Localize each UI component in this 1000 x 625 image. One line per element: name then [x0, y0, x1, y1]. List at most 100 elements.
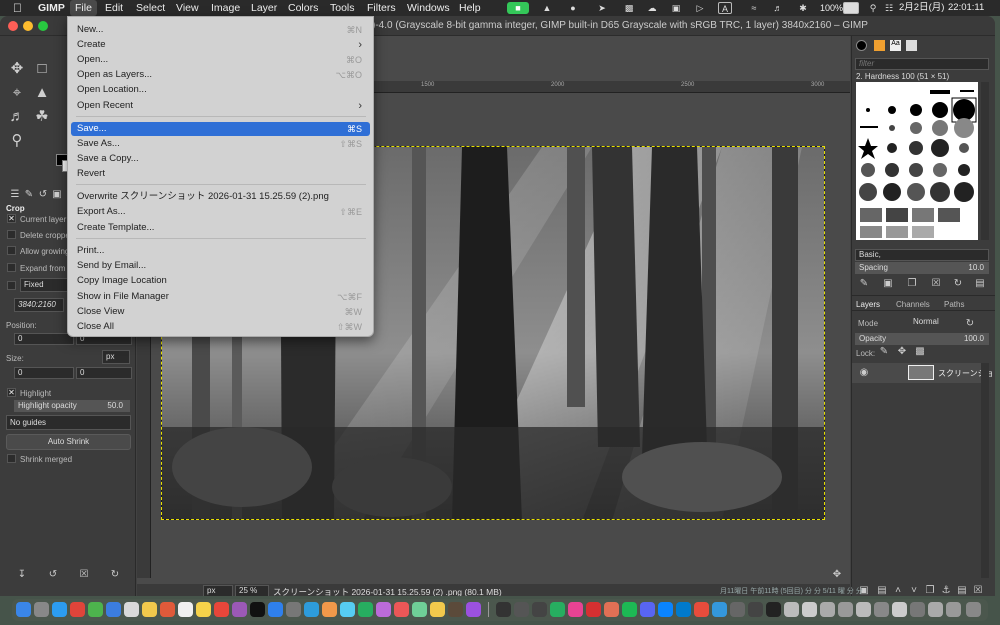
- menu-item-print[interactable]: Print...: [71, 244, 370, 258]
- size-w-input[interactable]: 0: [14, 367, 74, 379]
- menu-image[interactable]: Image: [211, 0, 240, 16]
- patterns-tab-icon[interactable]: [874, 40, 885, 51]
- menu-file[interactable]: File: [70, 0, 97, 16]
- settings-icon[interactable]: [286, 602, 301, 617]
- zoom-select[interactable]: 25 %: [235, 585, 269, 596]
- apple-icon[interactable]: : [13, 0, 22, 16]
- app-icon-21[interactable]: [766, 602, 781, 617]
- fixed-checkbox[interactable]: [7, 281, 16, 290]
- window-thumb-7[interactable]: [892, 602, 907, 617]
- menu-item-open-location[interactable]: Open Location...: [71, 83, 370, 97]
- menu-item-close-view[interactable]: Close View ⌘W: [71, 305, 370, 319]
- menu-colors[interactable]: Colors: [288, 0, 318, 16]
- menu-item-save-a-copy[interactable]: Save a Copy...: [71, 152, 370, 166]
- save-tool-preset-icon[interactable]: ↧: [16, 569, 28, 581]
- tab-channels[interactable]: Channels: [896, 300, 930, 309]
- menu-view[interactable]: View: [176, 0, 199, 16]
- app-store-icon[interactable]: [268, 602, 283, 617]
- aspect-ratio-input[interactable]: 3840:2160: [14, 298, 64, 312]
- fonts-tab-icon[interactable]: Aa: [890, 40, 901, 51]
- window-thumb-6[interactable]: [874, 602, 889, 617]
- app-icon-10[interactable]: [514, 602, 529, 617]
- app-icon-17[interactable]: [694, 602, 709, 617]
- app-icon-20[interactable]: [748, 602, 763, 617]
- tv-icon[interactable]: [250, 602, 265, 617]
- control-center-icon[interactable]: ☷: [883, 2, 895, 14]
- brush-preset-select[interactable]: Basic,: [855, 249, 989, 261]
- music-icon[interactable]: [214, 602, 229, 617]
- launchpad-icon[interactable]: [34, 602, 49, 617]
- position-x-input[interactable]: 0: [14, 333, 74, 345]
- lock-icon[interactable]: ▩: [623, 2, 635, 14]
- highlight-opacity-slider[interactable]: Highlight opacity 50.0: [14, 400, 130, 412]
- app-icon-9[interactable]: [466, 602, 481, 617]
- window-thumb-5[interactable]: [856, 602, 871, 617]
- highlight-checkbox[interactable]: ✕: [7, 388, 16, 397]
- status-icon-2[interactable]: ●: [567, 2, 579, 14]
- smudge-tool-icon[interactable]: ☘: [33, 108, 51, 126]
- contacts-icon[interactable]: [178, 602, 193, 617]
- wifi-icon[interactable]: ≈: [748, 2, 760, 14]
- app-icon-8[interactable]: [430, 602, 445, 617]
- guides-select[interactable]: No guides: [6, 415, 131, 430]
- zoom-window-button[interactable]: [38, 21, 48, 31]
- menu-item-show-in-file-manager[interactable]: Show in File Manager ⌥⌘F: [71, 290, 370, 304]
- app-icon-6[interactable]: [394, 602, 409, 617]
- move-tool-icon[interactable]: ✥: [8, 60, 26, 78]
- lock-position-icon[interactable]: ✥: [896, 346, 908, 358]
- app-icon-4[interactable]: [358, 602, 373, 617]
- lock-alpha-icon[interactable]: ▩: [914, 346, 926, 358]
- app-icon-13[interactable]: [568, 602, 583, 617]
- app-icon-3[interactable]: [340, 602, 355, 617]
- raise-layer-icon[interactable]: ˄: [892, 585, 904, 596]
- menubar-time[interactable]: 22:01:11: [948, 0, 984, 16]
- play-icon[interactable]: ▷: [694, 2, 706, 14]
- delete-cropped-checkbox[interactable]: [7, 230, 16, 239]
- maps-icon[interactable]: [124, 602, 139, 617]
- brushes-tag-icon[interactable]: ▤: [974, 278, 986, 290]
- layer-mode-select[interactable]: Normal: [910, 317, 960, 330]
- duplicate-brush-icon[interactable]: ❐: [906, 278, 918, 290]
- window-thumb-2[interactable]: [802, 602, 817, 617]
- menu-item-create[interactable]: Create ›: [71, 38, 370, 52]
- zoom-tool-icon[interactable]: ⚲: [8, 132, 26, 150]
- input-indicator[interactable]: A: [718, 2, 732, 14]
- gimp-icon[interactable]: [448, 602, 463, 617]
- size-unit-select[interactable]: px: [102, 350, 130, 364]
- volume-icon[interactable]: ♬: [772, 2, 784, 14]
- minimize-window-button[interactable]: [23, 21, 33, 31]
- menu-item-send-by-email[interactable]: Send by Email...: [71, 259, 370, 273]
- finder-icon[interactable]: [16, 602, 31, 617]
- new-layer-group-icon[interactable]: ▤: [876, 585, 888, 596]
- chrome-icon[interactable]: [70, 602, 85, 617]
- layers-scrollbar[interactable]: [981, 363, 989, 578]
- shrink-merged-checkbox[interactable]: [7, 454, 16, 463]
- menu-item-create-template[interactable]: Create Template...: [71, 221, 370, 235]
- crop-tool-icon[interactable]: ⌖: [8, 84, 26, 102]
- window-thumb-3[interactable]: [820, 602, 835, 617]
- menu-item-copy-image-location[interactable]: Copy Image Location: [71, 274, 370, 288]
- facetime-icon[interactable]: ■: [507, 2, 529, 14]
- menu-item-save-as[interactable]: Save As... ⇧⌘S: [71, 137, 370, 151]
- delete-tool-preset-icon[interactable]: ☒: [78, 569, 90, 581]
- vscode-icon[interactable]: [676, 602, 691, 617]
- layer-mask-icon[interactable]: ▤: [956, 585, 968, 596]
- messages-icon[interactable]: [88, 602, 103, 617]
- app-icon-18[interactable]: [712, 602, 727, 617]
- app-icon-16[interactable]: [658, 602, 673, 617]
- trash-icon[interactable]: [966, 602, 981, 617]
- mail-icon[interactable]: [106, 602, 121, 617]
- menu-windows[interactable]: Windows: [407, 0, 450, 16]
- window-thumb-1[interactable]: [784, 602, 799, 617]
- discord-icon[interactable]: [640, 602, 655, 617]
- app-icon-14[interactable]: [586, 602, 601, 617]
- menu-item-overwrite[interactable]: Overwrite スクリーンショット 2026-01-31 15.25.59 …: [71, 190, 370, 204]
- current-layer-checkbox[interactable]: ✕: [7, 214, 16, 223]
- safari-icon[interactable]: [52, 602, 67, 617]
- mode-reset-icon[interactable]: ↻: [964, 318, 976, 330]
- window-thumb-9[interactable]: [928, 602, 943, 617]
- window-thumb-4[interactable]: [838, 602, 853, 617]
- anchor-layer-icon[interactable]: ⚓: [940, 585, 952, 596]
- allow-growing-checkbox[interactable]: [7, 246, 16, 255]
- rocket-icon[interactable]: ➤: [596, 2, 608, 14]
